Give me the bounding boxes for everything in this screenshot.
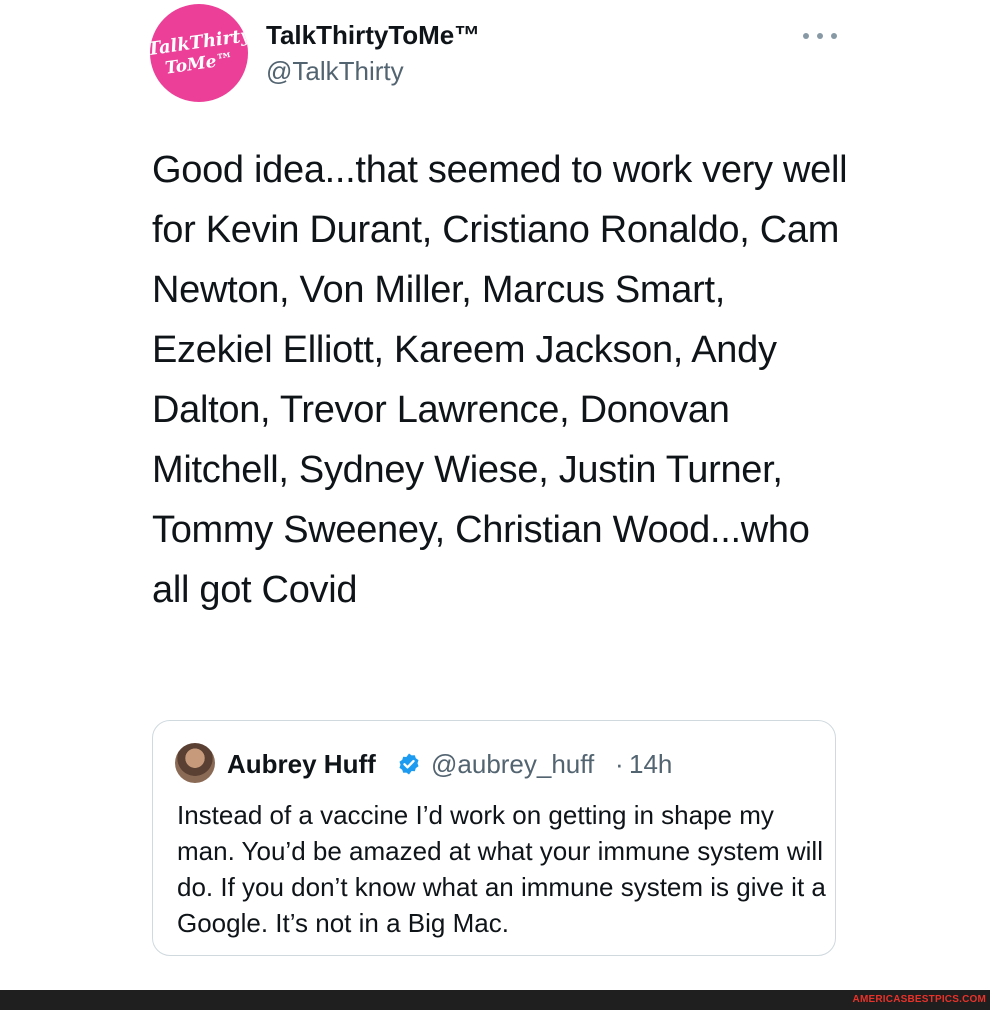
tweet-text: Good idea...that seemed to work very wel… xyxy=(152,149,848,611)
more-dot xyxy=(817,33,823,39)
footer-bar: AMERICASBESTPICS.COM xyxy=(0,990,990,1010)
verified-badge-icon xyxy=(399,753,419,775)
quoted-tweet-text: Instead of a vaccine I’d work on getting… xyxy=(177,800,826,938)
author-handle[interactable]: @TalkThirty xyxy=(266,56,404,87)
tweet-screenshot: TalkThirty ToMe™ TalkThirtyToMe™ @TalkTh… xyxy=(0,0,990,1010)
watermark-text: AMERICASBESTPICS.COM xyxy=(852,994,986,1005)
quoted-author-handle[interactable]: @aubrey_huff xyxy=(431,749,594,780)
quoted-tweet-card[interactable]: Aubrey Huff @aubrey_huff · 14h Instead o… xyxy=(152,720,836,956)
more-dot xyxy=(803,33,809,39)
quoted-author-name[interactable]: Aubrey Huff xyxy=(227,749,376,780)
quoted-tweet-time[interactable]: 14h xyxy=(629,749,672,780)
more-horizontal-icon[interactable] xyxy=(803,26,837,46)
author-avatar[interactable]: TalkThirty ToMe™ xyxy=(150,4,248,102)
separator-dot: · xyxy=(615,749,624,779)
author-name[interactable]: TalkThirtyToMe™ xyxy=(266,20,480,51)
more-dot xyxy=(831,33,837,39)
quoted-author-avatar[interactable] xyxy=(175,743,215,783)
